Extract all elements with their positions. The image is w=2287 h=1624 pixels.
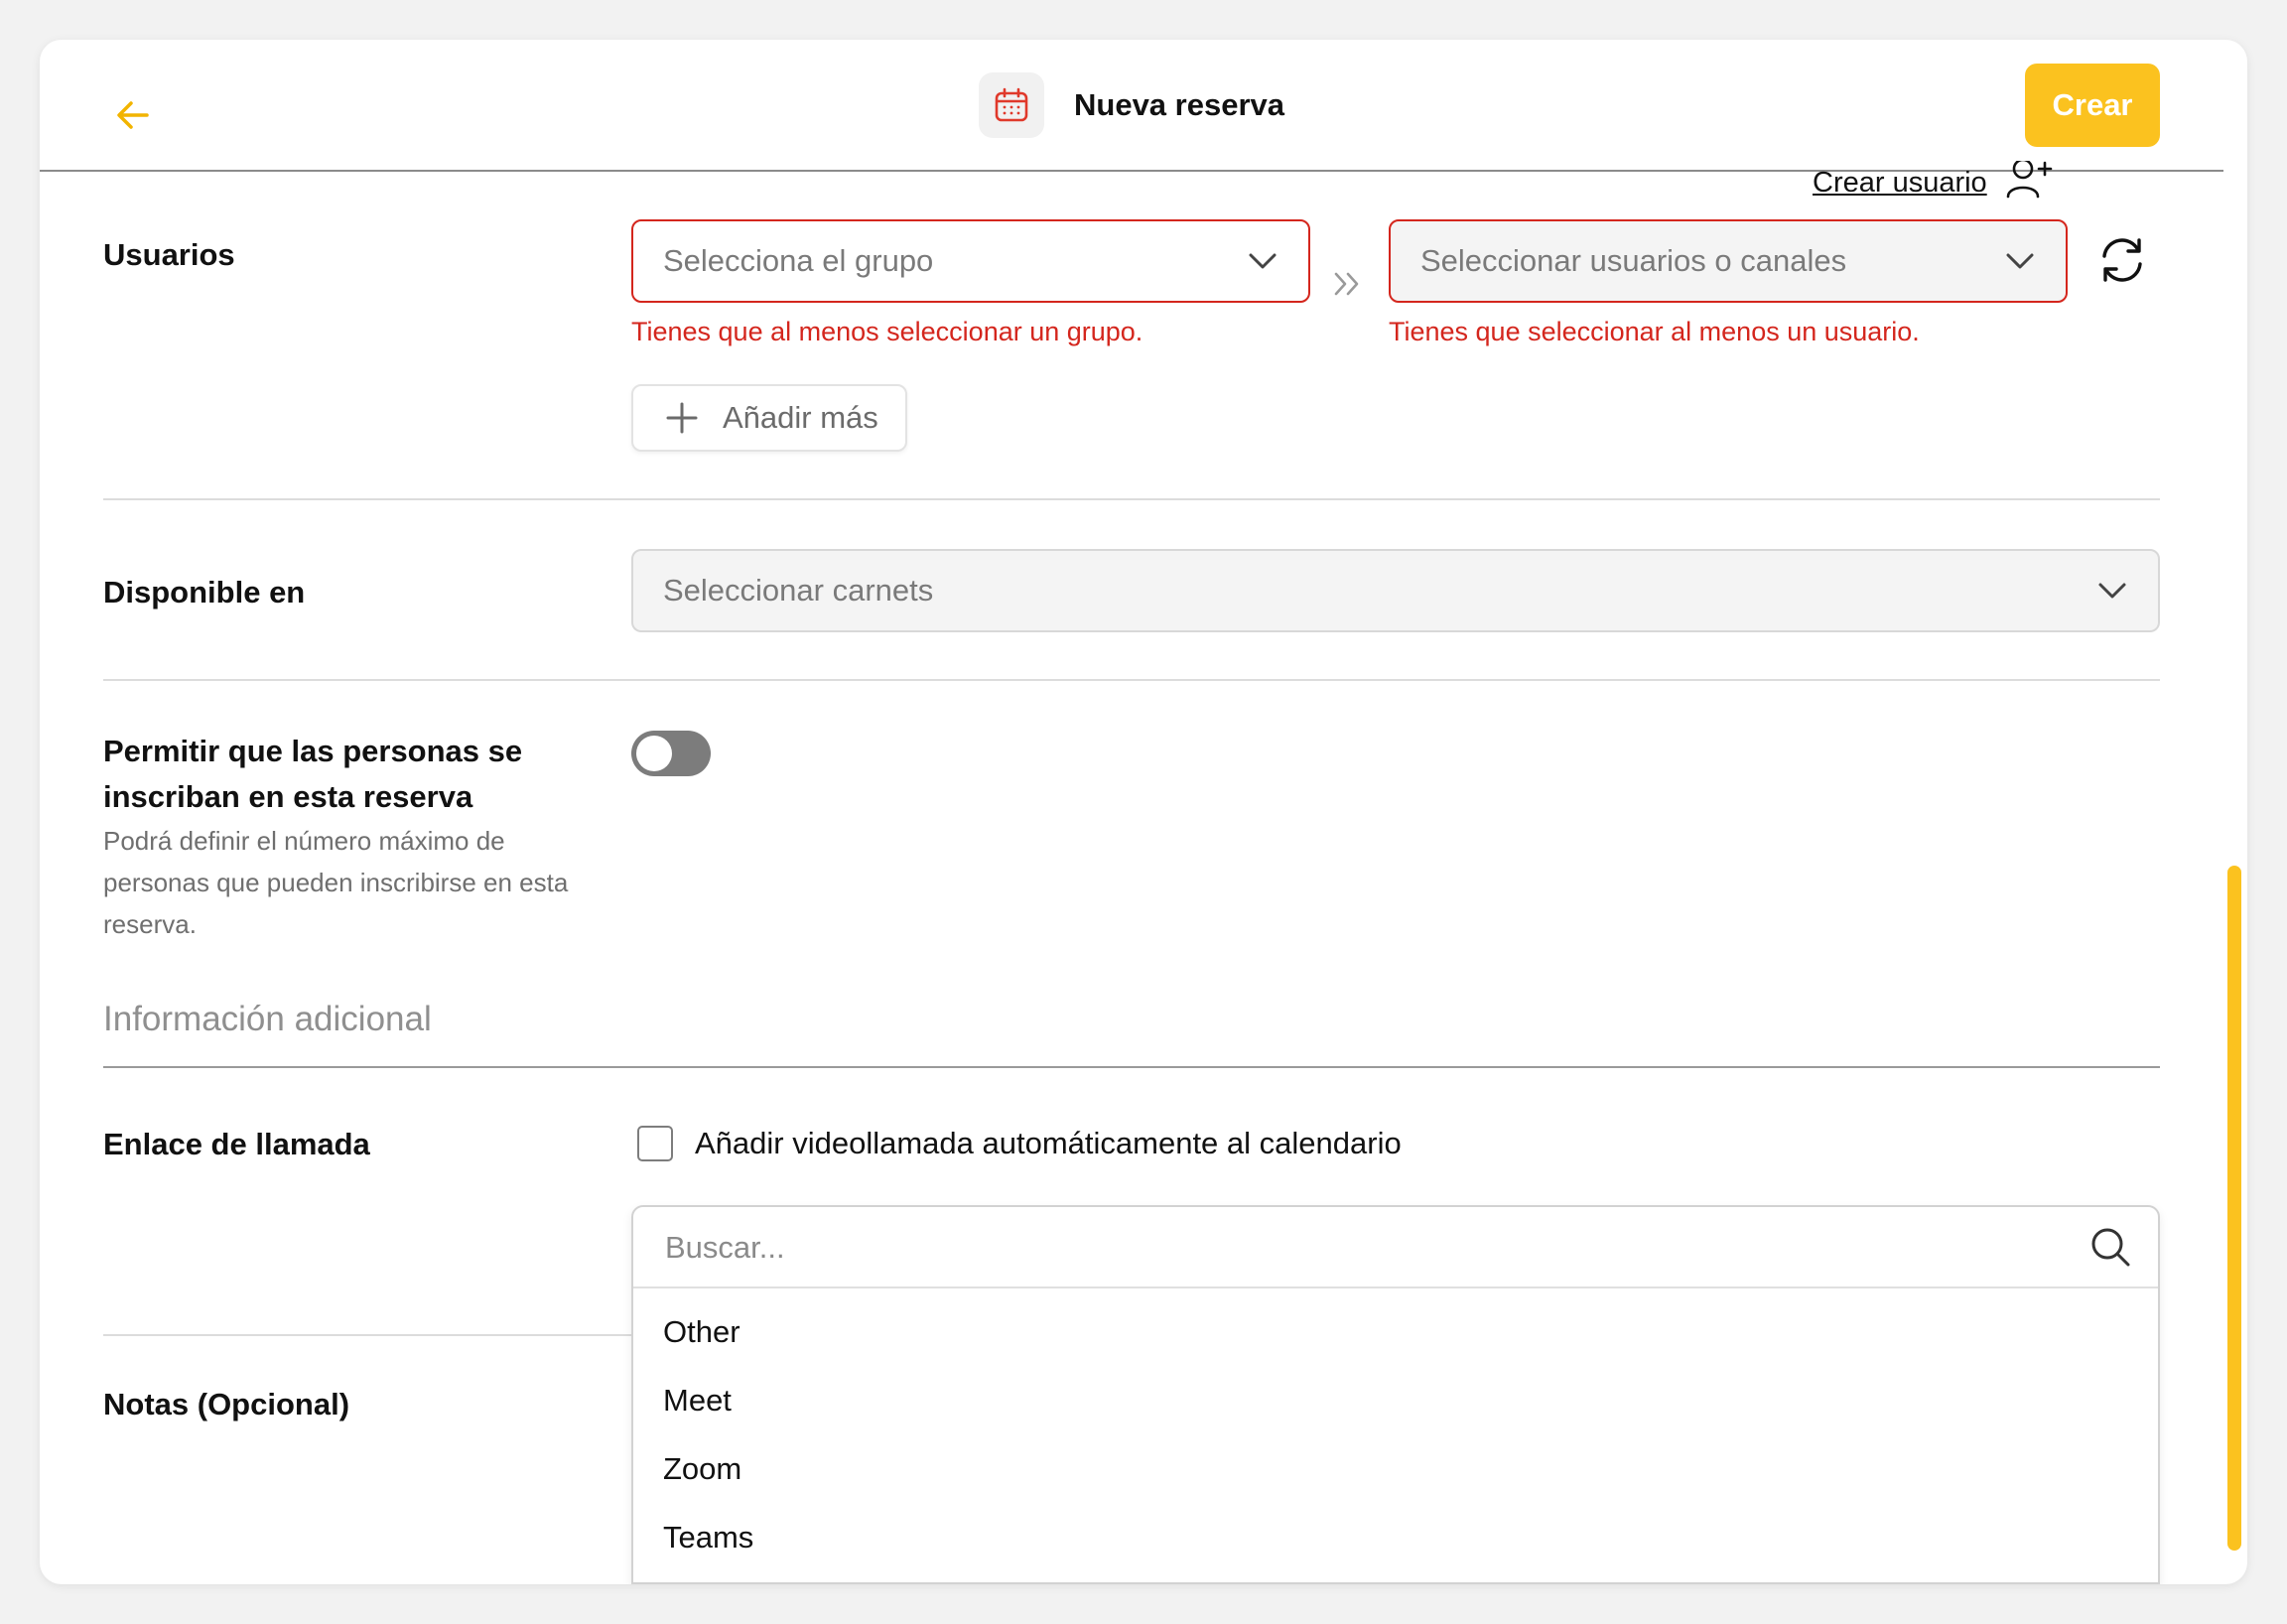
- signup-label-line1: Permitir que las personas se: [103, 734, 523, 768]
- auto-video-call-checkbox[interactable]: [637, 1126, 673, 1161]
- cards-select[interactable]: Seleccionar carnets: [631, 549, 2160, 632]
- page-title: Nueva reserva: [1074, 87, 1284, 122]
- dropdown-search-row: [633, 1207, 2158, 1288]
- notes-label: Notas (Opcional): [103, 1387, 350, 1421]
- users-select[interactable]: Seleccionar usuarios o canales: [1389, 219, 2068, 303]
- create-button[interactable]: Crear: [2025, 64, 2160, 147]
- users-select-placeholder: Seleccionar usuarios o canales: [1420, 243, 1847, 278]
- dropdown-option-teams[interactable]: Teams: [663, 1516, 753, 1559]
- section-divider: [103, 498, 2160, 500]
- section-divider: [103, 679, 2160, 681]
- cards-select-placeholder: Seleccionar carnets: [663, 573, 934, 608]
- group-select-placeholder: Selecciona el grupo: [663, 243, 934, 278]
- group-select[interactable]: Selecciona el grupo: [631, 219, 1310, 303]
- dropdown-option-zoom[interactable]: Zoom: [663, 1447, 741, 1491]
- dropdown-option-other[interactable]: Other: [663, 1310, 740, 1354]
- add-user-icon[interactable]: [2005, 161, 2055, 204]
- search-icon[interactable]: [2088, 1225, 2132, 1269]
- back-button[interactable]: [103, 85, 163, 145]
- chevron-down-icon: [2098, 583, 2126, 599]
- signup-label-block: Permitir que las personas se inscriban e…: [103, 729, 619, 945]
- auto-video-call-label[interactable]: Añadir videollamada automáticamente al c…: [695, 1122, 1402, 1165]
- users-label: Usuarios: [103, 237, 235, 272]
- users-select-error: Tienes que seleccionar al menos un usuar…: [1389, 317, 1920, 346]
- chevron-down-icon: [2006, 253, 2034, 269]
- create-user-link[interactable]: Crear usuario: [1813, 165, 1987, 201]
- toggle-knob: [636, 736, 672, 771]
- call-provider-dropdown: Other Meet Zoom Teams: [631, 1205, 2160, 1584]
- arrow-left-icon: [117, 101, 149, 129]
- refresh-icon[interactable]: [2096, 234, 2148, 286]
- group-select-error: Tienes que al menos seleccionar un grupo…: [631, 317, 1144, 346]
- calendar-icon-badge: [979, 72, 1044, 138]
- available-in-label: Disponible en: [103, 575, 306, 609]
- section-divider: [103, 1334, 639, 1336]
- add-more-button[interactable]: Añadir más: [631, 384, 907, 452]
- double-chevron-right-icon: [1334, 272, 1359, 296]
- dropdown-option-meet[interactable]: Meet: [663, 1379, 732, 1422]
- dropdown-search-input[interactable]: [663, 1207, 2057, 1288]
- signup-label-line2: inscriban en esta reserva: [103, 779, 473, 814]
- plus-icon: [666, 402, 698, 434]
- call-link-label: Enlace de llamada: [103, 1127, 370, 1161]
- add-more-label: Añadir más: [723, 400, 878, 435]
- vertical-scrollbar[interactable]: [2227, 866, 2241, 1551]
- signup-description-line1: Podrá definir el número máximo de: [103, 826, 505, 856]
- signup-description-line2: personas que pueden inscribirse en esta: [103, 868, 569, 897]
- additional-info-title: Información adicional: [103, 1000, 432, 1038]
- additional-info-divider: [103, 1066, 2160, 1068]
- booking-form-card: Nueva reserva Crear Crear usuario Usuari…: [40, 40, 2247, 1584]
- create-user-link-group[interactable]: Crear usuario: [1813, 161, 2055, 204]
- signup-description-line3: reserva.: [103, 909, 197, 939]
- chevron-down-icon: [1249, 253, 1277, 269]
- calendar-icon: [995, 87, 1028, 122]
- signup-toggle[interactable]: [631, 731, 711, 776]
